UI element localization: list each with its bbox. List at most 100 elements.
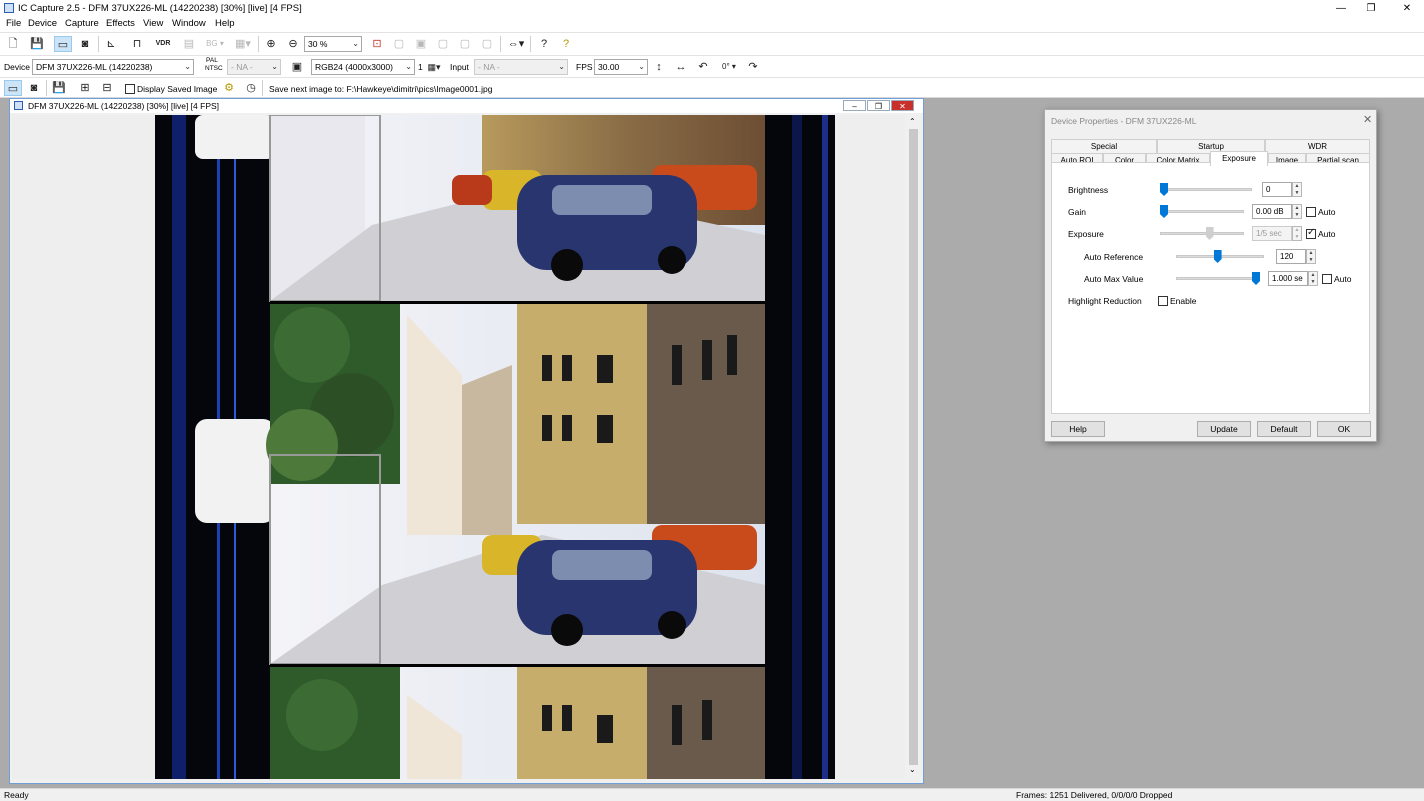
pal-label: PAL [206, 57, 218, 64]
format-select[interactable]: RGB24 (4000x3000) ⌄ [311, 59, 415, 75]
auto-max-value-auto-checkbox[interactable] [1322, 274, 1332, 284]
capture-toolbar: ▭ ◙ 💾 ⊞ ⊟ Display Saved Image ⚙ ◷ Save n… [0, 77, 1424, 98]
gain-slider[interactable] [1160, 205, 1168, 218]
auto-max-value-spinner[interactable]: ▲ ▼ [1308, 271, 1318, 286]
rotate-left-icon[interactable]: ↶ [694, 59, 712, 75]
fps-label: FPS [576, 62, 593, 72]
tab-wdr[interactable]: WDR [1265, 139, 1370, 153]
trigger-icon[interactable]: ⊓ [128, 36, 146, 52]
maximize-button[interactable]: ❐ [1356, 0, 1386, 17]
auto-max-value-input[interactable]: 1.000 se [1268, 271, 1308, 286]
gain-spinner[interactable]: ▲ ▼ [1292, 204, 1302, 219]
help-button[interactable]: Help [1051, 421, 1105, 437]
main-toolbar: 🗋 💾 ▭ ◙ ⊾ ⊓ VDR ▤ BG ▾ ▦▾ ⊕ ⊖ 30 % ⌄ ⊡ ▢ … [0, 32, 1424, 55]
highlight-reduction-label: Highlight Reduction [1068, 296, 1142, 306]
status-frames: Frames: 1251 Delivered, 0/0/0/0 Dropped [1016, 790, 1173, 800]
highlight-reduction-enable-label: Enable [1170, 296, 1197, 306]
rotation-select[interactable]: 0° ▾ [716, 59, 742, 75]
exposure-auto-checkbox[interactable] [1306, 227, 1316, 239]
status-ready: Ready [4, 790, 29, 800]
tool-e-icon: ▢ [481, 38, 493, 50]
brightness-input[interactable]: 0 [1262, 182, 1292, 197]
scroll-up-icon[interactable]: ⌃ [909, 117, 916, 126]
child-minimize-button[interactable]: – [843, 100, 866, 111]
brightness-spinner[interactable]: ▲ ▼ [1292, 182, 1302, 197]
timer-icon[interactable]: ◷ [242, 80, 260, 96]
gain-auto-label: Auto [1318, 207, 1336, 217]
menu-effects[interactable]: Effects [106, 18, 135, 29]
close-button[interactable]: ✕ [1392, 0, 1422, 17]
brightness-slider[interactable] [1160, 183, 1168, 196]
display-saved-checkbox[interactable] [125, 84, 135, 94]
zoom-out-icon[interactable]: ⊖ [284, 36, 302, 52]
zoom-in-icon[interactable]: ⊕ [262, 36, 280, 52]
menu-device[interactable]: Device [28, 18, 57, 29]
snapshot-icon[interactable]: ◙ [76, 36, 94, 52]
new-icon[interactable]: 🗋 [4, 36, 22, 52]
live-video-view[interactable] [12, 115, 905, 779]
title-bar: IC Capture 2.5 - DFM 37UX226-ML (1422023… [0, 0, 1424, 17]
highlight-reduction-checkbox[interactable] [1158, 296, 1168, 306]
save-video-icon[interactable]: ⊟ [98, 80, 116, 96]
menu-view[interactable]: View [143, 18, 163, 29]
tab-exposure[interactable]: Exposure [1210, 151, 1268, 166]
scroll-thumb[interactable] [909, 129, 918, 765]
flip-icon[interactable]: ⇔▾ [504, 36, 528, 52]
record-icon[interactable]: ⊡ [368, 36, 386, 52]
flip-horizontal-icon[interactable]: ↔ [672, 59, 690, 75]
grid-format-icon[interactable]: ▦▾ [424, 59, 444, 75]
save-image-icon[interactable]: 💾 [50, 80, 68, 96]
zoom-select[interactable]: 30 % ⌄ [304, 36, 362, 52]
child-close-button[interactable]: ✕ [891, 100, 914, 111]
save-series-icon[interactable]: ⊞ [76, 80, 94, 96]
default-button[interactable]: Default [1257, 421, 1311, 437]
status-bar: Ready Frames: 1251 Delivered, 0/0/0/0 Dr… [0, 788, 1424, 801]
exposure-slider-track [1160, 232, 1244, 235]
film-frame-image [12, 115, 905, 779]
update-button[interactable]: Update [1197, 421, 1251, 437]
menu-capture[interactable]: Capture [65, 18, 99, 29]
auto-max-value-slider-track [1176, 277, 1260, 280]
menu-help[interactable]: Help [215, 18, 235, 29]
gear-icon[interactable]: ⚙ [220, 80, 238, 96]
video-window: DFM 37UX226-ML (14220238) [30%] [live] [… [9, 98, 924, 784]
format-icon[interactable]: ▣ [288, 59, 306, 75]
minimize-button[interactable]: — [1326, 0, 1356, 17]
live-icon[interactable]: ▭ [4, 80, 22, 96]
menu-file[interactable]: File [6, 18, 21, 29]
save-icon[interactable]: 💾 [28, 36, 46, 52]
histogram-icon[interactable]: ⊾ [102, 36, 120, 52]
device-select[interactable]: DFM 37UX226-ML (14220238) ⌄ [32, 59, 194, 75]
overlay-icon: ▤ [183, 38, 195, 50]
vdr-icon[interactable]: VDR [154, 36, 172, 52]
menu-window[interactable]: Window [172, 18, 206, 29]
dialog-close-icon[interactable]: ✕ [1363, 113, 1372, 126]
gain-auto-checkbox[interactable] [1306, 207, 1316, 217]
auto-max-value-slider[interactable] [1252, 272, 1260, 285]
help-bulb-icon[interactable]: ? [557, 36, 575, 52]
gain-slider-track [1160, 210, 1244, 213]
capture-icon[interactable]: ◙ [25, 80, 43, 96]
tool-b-icon: ▣ [415, 38, 427, 50]
tool-d-icon: ▢ [459, 38, 471, 50]
gain-input[interactable]: 0.00 dB [1252, 204, 1292, 219]
exposure-spinner: ▲ ▼ [1292, 226, 1302, 241]
flip-vertical-icon[interactable]: ↕ [650, 59, 668, 75]
auto-reference-spinner[interactable]: ▲ ▼ [1306, 249, 1316, 264]
auto-reference-slider[interactable] [1213, 250, 1222, 263]
brightness-label: Brightness [1068, 185, 1109, 195]
fps-select[interactable]: 30.00 ⌄ [594, 59, 648, 75]
auto-max-value-label: Auto Max Value [1084, 274, 1144, 284]
save-next-path: Save next image to: F:\Hawkeye\dimitri\p… [269, 84, 493, 94]
vertical-scrollbar[interactable]: ⌃ ⌄ [905, 115, 922, 779]
rotate-right-icon[interactable]: ↷ [744, 59, 762, 75]
ok-button[interactable]: OK [1317, 421, 1371, 437]
exposure-panel: Brightness 0 ▲ ▼ Gain 0.00 dB ▲ ▼ Auto Exp… [1051, 162, 1370, 414]
live-video-icon[interactable]: ▭ [54, 36, 72, 52]
tab-special[interactable]: Special [1051, 139, 1157, 153]
whats-this-icon[interactable]: ? [535, 36, 553, 52]
videonorm-select: - NA - ⌄ [227, 59, 281, 75]
auto-reference-input[interactable]: 120 [1276, 249, 1306, 264]
child-restore-button[interactable]: ❐ [867, 100, 890, 111]
scroll-down-icon[interactable]: ⌄ [909, 765, 916, 774]
